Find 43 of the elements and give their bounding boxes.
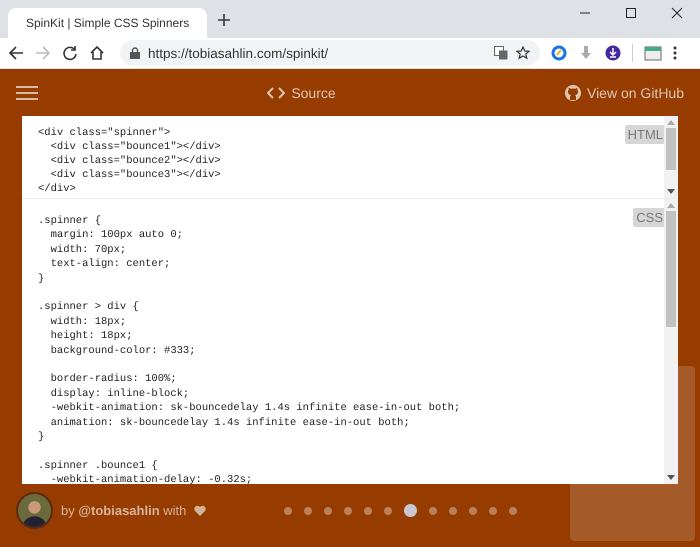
language-label: CSS xyxy=(633,208,666,227)
scroll-down-icon[interactable] xyxy=(667,475,675,480)
address-bar[interactable]: https://tobiasahlin.com/spinkit/ xyxy=(120,40,540,66)
scrollbar[interactable] xyxy=(664,116,678,198)
code-text: <div class="spinner"> <div class="bounce1"></div> <div class="bounce2"></div> <div class="bounce3"></div> </div> xyxy=(38,126,221,196)
star-icon[interactable] xyxy=(516,46,530,60)
reload-icon[interactable] xyxy=(62,45,78,61)
scroll-up-icon[interactable] xyxy=(667,203,675,208)
github-link[interactable]: View on GitHub xyxy=(564,84,684,100)
page-dot[interactable] xyxy=(344,506,352,514)
heart-icon xyxy=(194,505,206,516)
translate-icon[interactable] xyxy=(494,46,508,60)
plus-icon[interactable] xyxy=(217,13,231,27)
tab-title: SpinKit | Simple CSS Spinners xyxy=(26,16,190,30)
scroll-down-icon[interactable] xyxy=(667,189,675,194)
page-dot[interactable] xyxy=(429,506,438,514)
download-icon[interactable] xyxy=(605,45,621,61)
scroll-up-icon[interactable] xyxy=(667,120,675,125)
page-dot[interactable] xyxy=(324,506,332,514)
more-icon[interactable] xyxy=(673,46,677,60)
page-dot[interactable] xyxy=(364,506,372,514)
lock-icon xyxy=(130,47,140,59)
menu-icon[interactable] xyxy=(16,86,38,100)
language-label: HTML xyxy=(624,125,666,144)
avatar xyxy=(16,492,53,529)
page-dot[interactable] xyxy=(304,506,312,514)
code-icon xyxy=(267,86,286,98)
extension-icon[interactable] xyxy=(551,45,567,61)
page-dot[interactable] xyxy=(509,506,518,514)
page-dot[interactable] xyxy=(404,504,418,517)
back-icon[interactable] xyxy=(8,45,24,61)
author-credit: by @tobiasahlin with xyxy=(61,503,186,518)
home-icon[interactable] xyxy=(89,45,105,61)
browser-tab[interactable]: SpinKit | Simple CSS Spinners xyxy=(8,8,207,38)
page-dot[interactable] xyxy=(449,506,458,514)
url-text: https://tobiasahlin.com/spinkit/ xyxy=(148,46,330,60)
page-dot[interactable] xyxy=(489,506,498,514)
scrollbar[interactable] xyxy=(664,199,678,484)
github-icon xyxy=(564,84,581,100)
source-link[interactable]: Source xyxy=(267,84,336,100)
page-dot[interactable] xyxy=(384,506,392,514)
page-dot[interactable] xyxy=(284,506,292,514)
page-dot[interactable] xyxy=(469,506,478,514)
